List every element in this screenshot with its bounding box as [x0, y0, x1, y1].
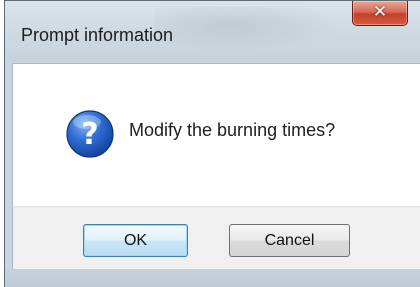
screen: Prompt information ✕ ? Modify the burnin… [0, 0, 420, 287]
button-bar: OK Cancel [12, 206, 420, 269]
prompt-dialog: Prompt information ✕ ? Modify the burnin… [4, 0, 420, 287]
close-icon: ✕ [372, 1, 388, 22]
svg-text:?: ? [81, 117, 98, 152]
cancel-button[interactable]: Cancel [229, 224, 350, 257]
message-text: Modify the burning times? [129, 120, 336, 140]
ok-button[interactable]: OK [83, 224, 188, 257]
dialog-title: Prompt information [21, 25, 174, 45]
question-icon: ? [66, 110, 114, 158]
dialog-bottom-border [5, 269, 420, 287]
message-area: ? Modify the burning times? [12, 63, 420, 206]
title-bar[interactable]: Prompt information ✕ [5, 1, 420, 61]
title-bar-glass [155, 7, 345, 51]
close-button[interactable]: ✕ [352, 1, 408, 26]
